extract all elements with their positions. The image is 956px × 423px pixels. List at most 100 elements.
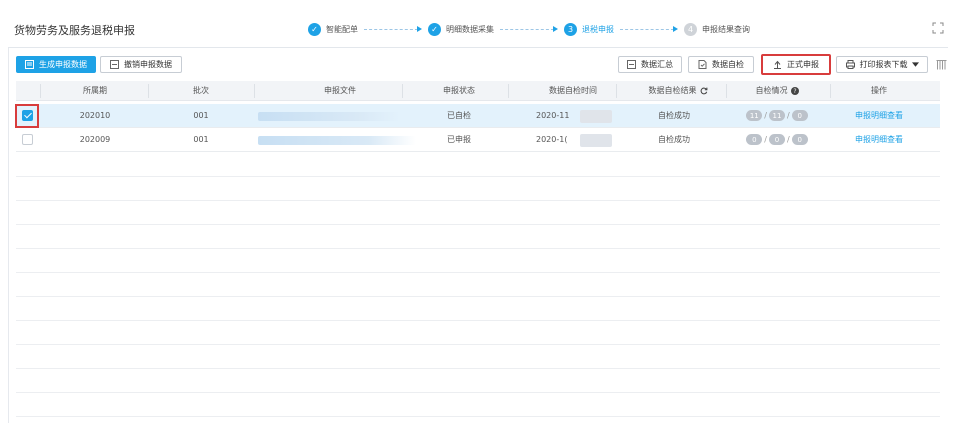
column-header-status[interactable]: 申报状态 [434,81,484,100]
redacted-file-name [258,136,416,145]
count-pill: 0 [791,110,808,121]
header-divider [8,47,948,48]
summary-icon [627,60,636,69]
redacted-time [580,134,612,147]
step-label: 申报结果查询 [702,24,750,34]
step-label: 明细数据采集 [446,24,494,34]
caret-down-icon [911,62,919,67]
column-header-check-time[interactable]: 数据自检时间 [538,81,608,100]
table-row[interactable]: 202009 001 已申报 2020-1( 自检成功 0 / 0 / 0 申报… [16,128,940,152]
upload-icon [774,60,781,69]
header-separator [402,84,403,98]
count-pill: 11 [746,110,763,121]
grid-line [16,320,940,321]
cell-check-time: 2020-11 [536,111,570,120]
cell-check-result: 自检成功 [658,135,690,144]
left-border [8,48,9,423]
column-header-period[interactable]: 所属期 [80,81,110,100]
cell-check-time: 2020-1( [536,135,568,144]
count-pill: 0 [791,134,808,145]
grid-line [16,200,940,201]
row-checkbox[interactable] [22,134,33,145]
step-detail-collect[interactable]: ✓ 明细数据采集 [428,22,494,36]
step-smart-order[interactable]: ✓ 智能配单 [308,22,358,36]
cell-batch: 001 [193,135,209,144]
step-label: 智能配单 [326,24,358,34]
grid-line [16,224,940,225]
document-icon [25,60,34,69]
step-label: 退税申报 [582,24,614,34]
cell-period: 202009 [79,135,111,144]
header-separator [148,84,149,98]
print-download-label: 打印报表下载 [859,60,908,69]
header-separator [830,84,831,98]
header-separator [40,84,41,98]
check-document-icon [698,60,707,69]
cell-check-result: 自检成功 [658,111,690,120]
grid-line [16,272,940,273]
header-separator [508,84,509,98]
page-title: 货物劳务及服务退税申报 [14,24,135,37]
refresh-icon[interactable] [700,87,708,95]
step-arrow [364,25,422,34]
count-pill: 11 [769,110,785,121]
data-selfcheck-label: 数据自检 [712,60,744,69]
grid-line [16,176,940,177]
column-settings-icon[interactable] [936,60,947,70]
header-separator [254,84,255,98]
step-progress: ✓ 智能配单 ✓ 明细数据采集 3 退税申报 4 申报结果查询 [308,22,750,36]
step-arrow [620,25,678,34]
data-summary-button[interactable]: 数据汇总 [618,56,682,73]
column-header-check-result-label: 数据自检结果 [648,86,697,95]
top-bar: 货物劳务及服务退税申报 ✓ 智能配单 ✓ 明细数据采集 3 退税申报 4 申报结… [0,0,956,48]
generate-data-button[interactable]: 生成申报数据 [16,56,96,73]
header-separator [616,84,617,98]
step-refund-declare[interactable]: 3 退税申报 [564,22,614,36]
cell-status: 已申报 [447,135,471,144]
fullscreen-icon[interactable] [932,22,944,34]
formal-declare-label: 正式申报 [787,60,819,69]
step-number-icon: 3 [564,22,577,36]
print-download-button[interactable]: 打印报表下载 [836,56,928,73]
grid-line [16,416,940,417]
view-detail-link[interactable]: 申报明细查看 [854,104,904,127]
svg-text:?: ? [793,88,796,95]
column-header-check-result[interactable]: 数据自检结果 [644,81,712,100]
redacted-time [580,110,612,123]
table-header: 所属期 批次 申报文件 申报状态 数据自检时间 数据自检结果 自检情况 ? 操作 [16,81,940,101]
column-header-action[interactable]: 操作 [864,81,894,100]
header-separator [726,84,727,98]
cell-status: 已自检 [447,111,471,120]
table-row[interactable]: 202010 001 已自检 2020-11 自检成功 11 / 11 / 0 … [16,104,940,128]
grid-line [16,368,940,369]
revoke-data-button[interactable]: 撤销申报数据 [100,56,182,73]
grid-line [16,392,940,393]
revoke-icon [110,60,119,69]
data-selfcheck-button[interactable]: 数据自检 [688,56,754,73]
grid-line [16,248,940,249]
cell-batch: 001 [193,111,209,120]
step-number-icon: 4 [684,22,697,36]
cell-check-counts: 0 / 0 / 0 [746,128,808,151]
checkbox-highlight [15,104,39,128]
generate-data-label: 生成申报数据 [39,60,87,69]
step-result-query[interactable]: 4 申报结果查询 [684,22,750,36]
formal-declare-button[interactable]: 正式申报 [761,54,831,75]
grid-line [16,296,940,297]
count-pill: 0 [746,134,763,145]
check-icon: ✓ [308,22,321,36]
cell-period: 202010 [79,111,111,120]
check-icon: ✓ [428,22,441,36]
column-header-file[interactable]: 申报文件 [310,81,370,100]
count-pill: 0 [769,134,785,145]
view-detail-link[interactable]: 申报明细查看 [854,128,904,151]
revoke-data-label: 撤销申报数据 [124,60,172,69]
column-header-check-detail-label: 自检情况 [755,86,788,95]
help-icon[interactable]: ? [790,86,799,95]
column-header-check-detail[interactable]: 自检情况 ? [750,81,804,100]
cell-check-counts: 11 / 11 / 0 [746,104,808,127]
printer-icon [845,60,855,69]
step-arrow [500,25,558,34]
grid-line [16,344,940,345]
column-header-batch[interactable]: 批次 [186,81,216,100]
